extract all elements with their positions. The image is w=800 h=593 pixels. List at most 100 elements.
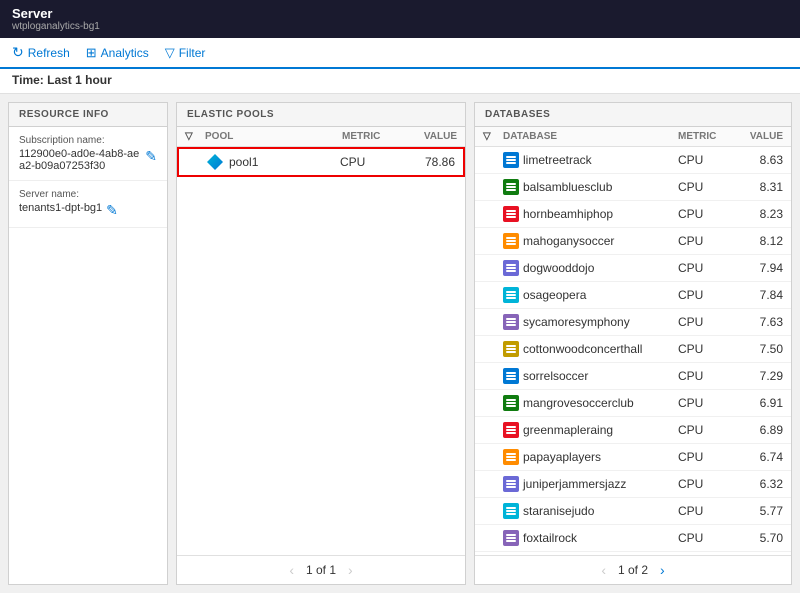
db-metric: CPU bbox=[678, 288, 733, 302]
db-metric: CPU bbox=[678, 234, 733, 248]
db-icon bbox=[503, 395, 519, 411]
pools-table-content: pool1 CPU 78.86 bbox=[177, 147, 465, 555]
db-table-content: limetreetrack CPU 8.63 balsambluesclub C… bbox=[475, 147, 791, 555]
time-label: Time: Last 1 hour bbox=[12, 73, 112, 87]
resource-info-panel: RESOURCE INFO Subscription name: 112900e… bbox=[8, 102, 168, 585]
app-title: Server bbox=[12, 6, 788, 21]
filter-button[interactable]: ▽ Filter bbox=[165, 45, 206, 61]
db-name: dogwooddojo bbox=[523, 261, 594, 275]
db-name: sorrelsoccer bbox=[523, 369, 588, 383]
db-icon bbox=[503, 314, 519, 330]
subtitle: wtploganalytics-bg1 bbox=[12, 21, 788, 32]
db-filter-icon: ▽ bbox=[483, 131, 491, 142]
db-row[interactable]: greenmapleraing CPU 6.89 bbox=[475, 417, 791, 444]
db-metric: CPU bbox=[678, 315, 733, 329]
pools-prev-page[interactable]: ‹ bbox=[285, 562, 298, 578]
server-section: Server name: tenants1-dpt-bg1 ✎ bbox=[9, 181, 167, 228]
db-metric: CPU bbox=[678, 396, 733, 410]
subscription-value: 112900e0-ad0e-4ab8-aea2-b09a07253f30 bbox=[19, 148, 141, 172]
db-row[interactable]: balsambluesclub CPU 8.31 bbox=[475, 174, 791, 201]
db-row[interactable]: limetreetrack CPU 8.63 bbox=[475, 147, 791, 174]
value-col-header: VALUE bbox=[402, 131, 457, 142]
db-icon bbox=[503, 152, 519, 168]
db-row[interactable]: mahoganysoccer CPU 8.12 bbox=[475, 228, 791, 255]
db-icon bbox=[503, 233, 519, 249]
db-name: limetreetrack bbox=[523, 153, 592, 167]
title-bar: Server wtploganalytics-bg1 bbox=[0, 0, 800, 38]
db-value: 5.70 bbox=[733, 531, 783, 545]
pool-value: 78.86 bbox=[400, 155, 455, 169]
db-row[interactable]: juniperjammersjazz CPU 6.32 bbox=[475, 471, 791, 498]
elastic-pools-panel: ELASTIC POOLS ▽ POOL METRIC VALUE pool1 … bbox=[176, 102, 466, 585]
db-value: 6.91 bbox=[733, 396, 783, 410]
elastic-pools-header: ELASTIC POOLS bbox=[177, 103, 465, 127]
db-row[interactable]: sycamoresymphony CPU 7.63 bbox=[475, 309, 791, 336]
db-metric: CPU bbox=[678, 261, 733, 275]
server-value: tenants1-dpt-bg1 bbox=[19, 202, 102, 214]
db-row[interactable]: cottonwoodconcerthall CPU 7.50 bbox=[475, 336, 791, 363]
db-row[interactable]: sorrelsoccer CPU 7.29 bbox=[475, 363, 791, 390]
db-value: 7.94 bbox=[733, 261, 783, 275]
db-name: greenmapleraing bbox=[523, 423, 613, 437]
db-value: 8.31 bbox=[733, 180, 783, 194]
analytics-button[interactable]: ⊞ Analytics bbox=[86, 45, 149, 61]
db-name: papayaplayers bbox=[523, 450, 601, 464]
db-value: 8.23 bbox=[733, 207, 783, 221]
pools-filter-icon: ▽ bbox=[185, 131, 193, 142]
db-icon bbox=[503, 530, 519, 546]
db-pagination: ‹ 1 of 2 › bbox=[475, 555, 791, 584]
db-page-label: 1 of 2 bbox=[618, 563, 648, 577]
pool-icon bbox=[207, 154, 223, 170]
server-label: Server name: bbox=[19, 189, 157, 200]
pools-pagination: ‹ 1 of 1 › bbox=[177, 555, 465, 584]
db-row[interactable]: staranisejudo CPU 5.77 bbox=[475, 498, 791, 525]
db-name: sycamoresymphony bbox=[523, 315, 630, 329]
pools-table-header: ▽ POOL METRIC VALUE bbox=[177, 127, 465, 147]
db-metric-col-header: METRIC bbox=[678, 131, 733, 142]
db-metric: CPU bbox=[678, 477, 733, 491]
db-value: 6.89 bbox=[733, 423, 783, 437]
pool-name: pool1 bbox=[229, 155, 258, 169]
pool-metric: CPU bbox=[340, 155, 400, 169]
db-next-page[interactable]: › bbox=[656, 562, 669, 578]
db-col-header: DATABASE bbox=[503, 131, 678, 142]
db-name: staranisejudo bbox=[523, 504, 594, 518]
db-metric: CPU bbox=[678, 531, 733, 545]
refresh-button[interactable]: ↻ Refresh bbox=[12, 44, 70, 61]
db-name: mahoganysoccer bbox=[523, 234, 614, 248]
pools-next-page[interactable]: › bbox=[344, 562, 357, 578]
db-prev-page[interactable]: ‹ bbox=[597, 562, 610, 578]
databases-panel: DATABASES ▽ DATABASE METRIC VALUE limetr… bbox=[474, 102, 792, 585]
pool-col-header: POOL bbox=[205, 131, 342, 142]
db-row[interactable]: hornbeamhiphop CPU 8.23 bbox=[475, 201, 791, 228]
db-row[interactable]: dogwooddojo CPU 7.94 bbox=[475, 255, 791, 282]
db-name: mangrovesoccerclub bbox=[523, 396, 634, 410]
metric-col-header: METRIC bbox=[342, 131, 402, 142]
refresh-icon: ↻ bbox=[12, 44, 24, 61]
filter-label: Filter bbox=[179, 46, 206, 60]
db-metric: CPU bbox=[678, 369, 733, 383]
db-value: 8.12 bbox=[733, 234, 783, 248]
pool-row[interactable]: pool1 CPU 78.86 bbox=[177, 147, 465, 177]
db-icon bbox=[503, 476, 519, 492]
resource-info-header: RESOURCE INFO bbox=[9, 103, 167, 127]
db-row[interactable]: papayaplayers CPU 6.74 bbox=[475, 444, 791, 471]
subscription-label: Subscription name: bbox=[19, 135, 157, 146]
db-icon bbox=[503, 341, 519, 357]
db-metric: CPU bbox=[678, 450, 733, 464]
filter-icon: ▽ bbox=[165, 45, 175, 61]
db-icon bbox=[503, 287, 519, 303]
db-row[interactable]: mangrovesoccerclub CPU 6.91 bbox=[475, 390, 791, 417]
db-name: cottonwoodconcerthall bbox=[523, 342, 642, 356]
db-value: 7.84 bbox=[733, 288, 783, 302]
db-value: 8.63 bbox=[733, 153, 783, 167]
db-row[interactable]: osageopera CPU 7.84 bbox=[475, 282, 791, 309]
db-metric: CPU bbox=[678, 180, 733, 194]
db-icon bbox=[503, 260, 519, 276]
main-content: RESOURCE INFO Subscription name: 112900e… bbox=[0, 94, 800, 593]
server-edit-icon[interactable]: ✎ bbox=[106, 202, 118, 219]
db-metric: CPU bbox=[678, 207, 733, 221]
subscription-edit-icon[interactable]: ✎ bbox=[145, 148, 157, 165]
db-value: 7.50 bbox=[733, 342, 783, 356]
db-row[interactable]: foxtailrock CPU 5.70 bbox=[475, 525, 791, 552]
